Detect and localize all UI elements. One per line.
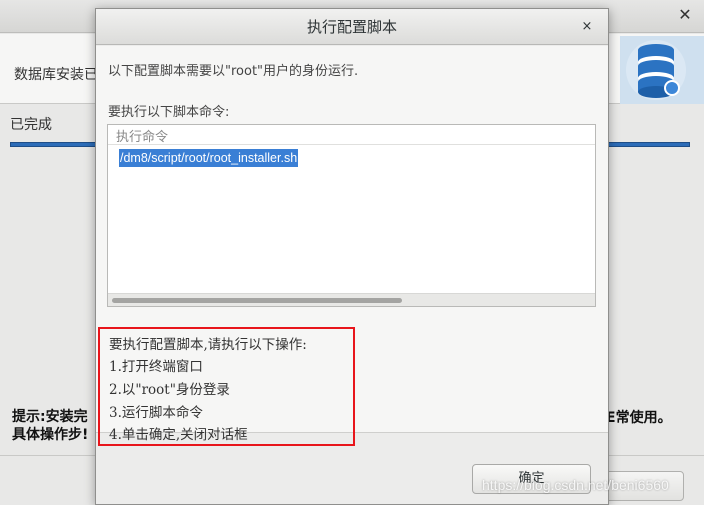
instruction-heading: 要执行配置脚本,请执行以下操作: [109, 337, 307, 353]
hint-line-1: 提示:安装完 [12, 409, 88, 425]
instruction-step-3: 3.运行脚本命令 [109, 405, 203, 421]
installer-close-icon[interactable]: ✕ [676, 6, 694, 24]
watermark-text: https://blog.csdn.net/beni6560 [482, 477, 669, 493]
hint-line-right: E常使用。 [606, 410, 672, 426]
instruction-step-2: 2.以"root"身份登录 [109, 382, 230, 398]
command-column-header-label: 执行命令 [116, 130, 169, 145]
command-table[interactable]: 执行命令 /dm8/script/root/root_installer.sh [107, 124, 596, 307]
scrollbar-thumb[interactable] [112, 298, 402, 303]
run-config-script-dialog: 执行配置脚本 × 以下配置脚本需要以"root"用户的身份运行. 要执行以下脚本… [95, 8, 609, 505]
instruction-step-4: 4.单击确定,关闭对话框 [109, 427, 248, 443]
command-column-header[interactable]: 执行命令 [108, 125, 595, 145]
hint-line-2: 具体操作步! [12, 427, 89, 443]
installer-header-title: 数据库安装已 [14, 67, 98, 83]
database-gear-icon [620, 36, 704, 104]
instruction-step-1: 1.打开终端窗口 [109, 359, 203, 375]
instruction-box: 要执行配置脚本,请执行以下操作: 1.打开终端窗口 2.以"root"身份登录 … [98, 327, 355, 446]
completed-label: 已完成 [10, 117, 52, 133]
command-path[interactable]: /dm8/script/root/root_installer.sh [119, 149, 299, 167]
dialog-body: 以下配置脚本需要以"root"用户的身份运行. 要执行以下脚本命令: 执行命令 … [96, 46, 608, 446]
dialog-titlebar: 执行配置脚本 × [96, 9, 608, 45]
close-icon[interactable]: × [578, 18, 596, 36]
horizontal-scrollbar[interactable] [108, 293, 595, 306]
dialog-title: 执行配置脚本 [306, 18, 397, 36]
command-caption: 要执行以下脚本命令: [108, 105, 230, 120]
intro-text: 以下配置脚本需要以"root"用户的身份运行. [108, 64, 359, 79]
table-row[interactable]: /dm8/script/root/root_installer.sh [108, 147, 595, 169]
